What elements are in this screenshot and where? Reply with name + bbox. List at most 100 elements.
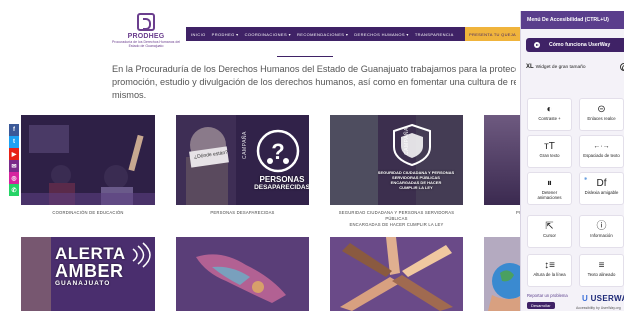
dyslexia-friendly-button[interactable]: ✱ Df Dislexia amigable [579,172,624,205]
tile-label: Cursor [543,233,556,238]
card-globe-partial[interactable] [484,237,524,311]
tile-label: Texto alineado [587,272,616,277]
card-partial[interactable]: PU [484,115,524,217]
nav-transparencia[interactable]: TRANSPARENCIA [415,32,454,37]
pause-animations-button[interactable]: ⏸ Detener animaciones [527,172,572,205]
overlay-line: AMBER [55,261,124,281]
card-caption: PERSONAS DESAPARECIDAS [210,210,275,215]
play-icon [534,42,540,48]
contrast-button[interactable]: ◐ Contraste + [527,98,572,131]
tile-label: Detener animaciones [537,190,562,200]
facebook-icon[interactable]: f [9,124,19,136]
info-icon: ⓘ [596,221,607,232]
prodheg-logo-icon [137,13,155,31]
missing-persons-image: ? PERSONAS DESAPARECIDAS CAMPAÑA ¿Dónde … [176,115,309,205]
highlight-links-button[interactable]: ⊝ Enlaces realce [579,98,624,131]
globe-image [484,237,524,311]
nav-coordinaciones[interactable]: COORDINACIONES ▾ [245,32,291,37]
migrants-image [176,237,309,311]
tile-label: Contraste + [538,116,561,121]
xl-widget-toggle[interactable] [620,63,624,71]
nav-inicio[interactable]: INICIO [191,32,206,37]
accessibility-panel: Menú De Accesibilidad (CTRL+U) Cómo func… [520,11,624,311]
globe-illustration [484,237,524,311]
twitter-icon[interactable]: t [9,136,19,148]
userway-subtitle: Accessibility by UserWay.org [576,306,621,310]
userway-logo-icon: U [582,294,591,303]
education-image [21,115,155,205]
card-missing-persons[interactable]: ? PERSONAS DESAPARECIDAS CAMPAÑA ¿Dónde … [176,115,309,217]
text-align-icon: ≡ [598,260,605,271]
classroom-illustration [21,115,155,205]
xl-text: Widget de gran tamaño [535,65,586,70]
xl-widget-row: XL Widget de gran tamaño [526,62,624,72]
youtube-icon[interactable]: ▶ [9,148,19,160]
xl-prefix: XL [526,64,534,70]
tooltips-button[interactable]: ⓘ Información [579,215,624,248]
card-amber-alert[interactable]: ALERTA AMBER GUANAJUATO [21,237,155,311]
missing-overlay: PERSONAS DESAPARECIDAS [254,176,309,192]
partial-card-image [484,115,524,205]
whatsapp-icon[interactable]: ✆ [9,184,19,196]
star-icon: ✱ [584,176,588,181]
site-logo[interactable]: PRODHEG Procuraduría de los Derechos Hum… [110,13,182,48]
caption-line: SEGURIDAD CIUDADANA Y PERSONAS SERVIDORA… [338,210,455,221]
card-caption: PU [484,209,524,217]
public-security-image: SEGURIDAD CIUDADANA Y PERSONAS SERVIDORA… [330,115,463,205]
nav-derechos-humanos[interactable]: DERECHOS HUMANOS ▾ [354,32,409,37]
report-problem-link[interactable]: Reportar un problema [527,293,568,298]
instagram-icon[interactable]: ◎ [9,172,19,184]
tile-label: Enlaces realce [587,116,616,121]
contrast-icon: ◐ [546,104,553,115]
howto-label: Cómo funciona UserWay [549,42,611,48]
brand-part: USER [590,294,615,303]
main-navigation: INICIO PRODHEG ▾ COORDINACIONES ▾ RECOME… [186,27,520,41]
link-icon: ⊝ [597,104,606,115]
nav-prodheg[interactable]: PRODHEG ▾ [212,32,239,37]
card-caption: SEGURIDAD CIUDADANA Y PERSONAS SERVIDORA… [330,210,463,228]
cursor-icon: ⇱ [545,221,554,232]
tile-label: Dislexia amigable [584,190,619,195]
line-height-button[interactable]: ↕≡ Altura de la línea [527,254,572,287]
text-size-icon: тT [544,141,555,152]
caption-line: ENCARGADAS DE HACER CUMPLIR LA LEY [349,222,444,227]
tile-label: Altura de la línea [533,272,566,277]
logo-name: PRODHEG [127,33,165,40]
text-spacing-button[interactable]: ←·→ Espaciado de texto [579,135,624,168]
police-illustration [330,115,463,205]
logo-subtitle: Procuraduría de los Derechos Humanos del… [111,40,181,48]
section-divider [277,56,333,57]
tile-label: Espaciado de texto [583,153,620,158]
how-userway-works-button[interactable]: Cómo funciona UserWay [526,38,624,52]
email-icon[interactable]: ✉ [9,160,19,172]
brand-part: WAY [614,294,624,303]
text-spacing-icon: ←·→ [593,143,610,150]
card-migrants[interactable] [176,237,309,311]
pause-animation-icon: ⏸ [547,178,552,189]
vertical-tag: CAMPAÑA [242,131,248,159]
intro-line: En la Procuraduría de los Derechos Human… [112,64,516,74]
security-overlay: SEGURIDAD CIUDADANA Y PERSONAS SERVIDORA… [374,170,458,190]
userway-logo[interactable]: U USERWAY [582,294,624,303]
nav-recomendaciones[interactable]: RECOMENDACIONES ▾ [297,32,348,37]
card-public-security[interactable]: SEGURIDAD CIUDADANA Y PERSONAS SERVIDORA… [330,115,463,228]
overlay-line: CUMPLIR LA LEY [399,185,433,190]
xl-label: XL Widget de gran tamaño [526,64,586,70]
amber-alert-image: ALERTA AMBER GUANAJUATO [21,237,155,311]
overlay-line: DESAPARECIDAS [254,184,309,191]
hands-image [330,237,463,311]
cursor-button[interactable]: ⇱ Cursor [527,215,572,248]
vertical-tag: CAMPAÑA [404,127,410,155]
card-education[interactable]: COORDINACIÓN DE EDUCACIÓN [21,115,155,217]
tile-label: Información [590,233,613,238]
card-caption: COORDINACIÓN DE EDUCACIÓN [52,210,124,215]
file-complaint-button[interactable]: PRESENTA TU QUEJA [465,27,520,41]
intro-line: promoción, estudio y divulgación de los … [112,77,516,87]
report-button[interactable]: Desarrollar [527,302,555,309]
bigger-text-button[interactable]: тT Gran texto [527,135,572,168]
card-hands[interactable] [330,237,463,311]
social-sidebar: f t ▶ ✉ ◎ ✆ [9,124,19,196]
intro-line: mismos. [112,90,147,100]
text-align-button[interactable]: ≡ Texto alineado [579,254,624,287]
intro-text: En la Procuraduría de los Derechos Human… [112,63,516,103]
